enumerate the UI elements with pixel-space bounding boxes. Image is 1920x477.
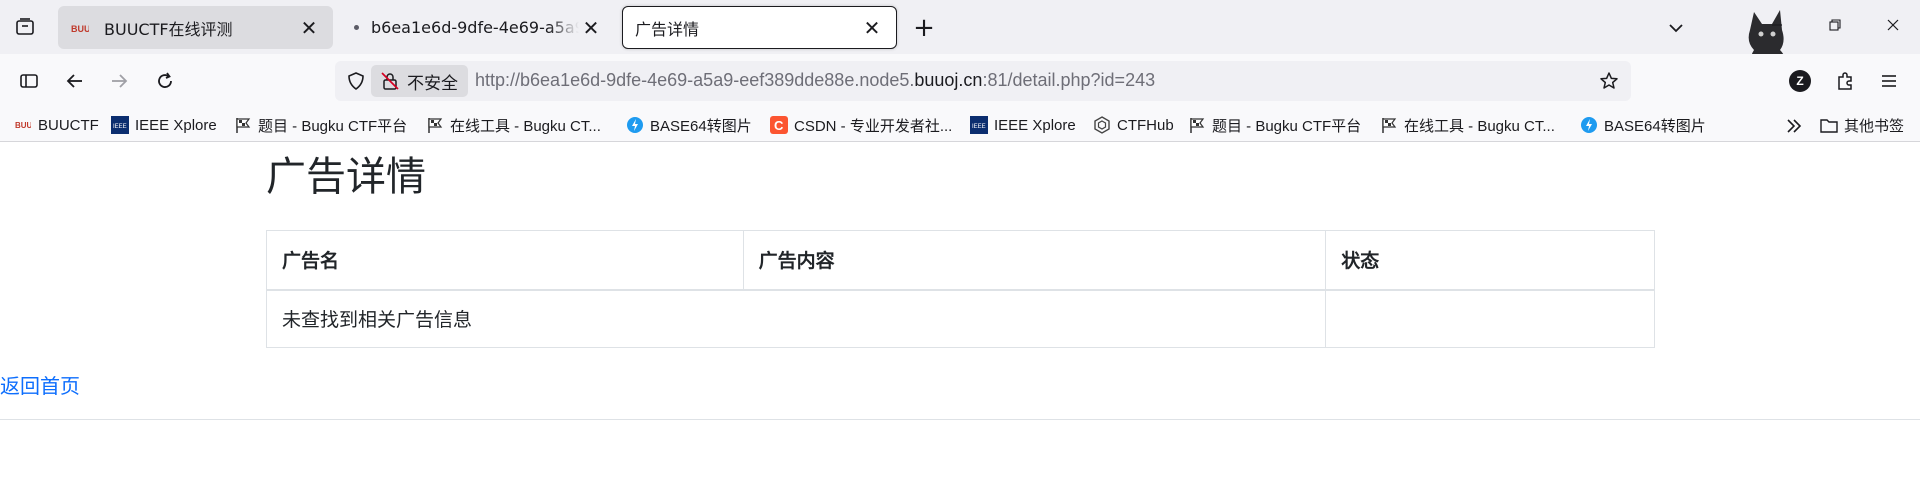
tab-title: b6ea1e6d-9dfe-4e69-a5a9-eef389dde88e <box>371 18 579 37</box>
restore-icon[interactable] <box>1815 8 1855 42</box>
svg-text:IEEE: IEEE <box>113 124 127 130</box>
site-security-button[interactable]: 不安全 <box>371 65 468 97</box>
table-header-row: 广告名 广告内容 状态 <box>266 230 1655 291</box>
bookmark-item[interactable]: 题目 - Bugku CTF平台 <box>1188 112 1361 138</box>
bookmark-item[interactable]: BASE64转图片 <box>626 112 752 138</box>
tab-ad-detail[interactable]: 广告详情 ✕ <box>622 6 897 49</box>
close-tab-icon[interactable]: ✕ <box>297 16 321 40</box>
status-cell <box>1325 289 1655 348</box>
ieee-icon: IEEE <box>111 116 129 134</box>
bookmark-label: 题目 - Bugku CTF平台 <box>258 117 408 135</box>
url-text[interactable]: http://b6ea1e6d-9dfe-4e69-a5a9-eef389dde… <box>475 70 1155 91</box>
bookmark-label: 在线工具 - Bugku CT... <box>1404 117 1555 135</box>
base64-icon <box>1580 116 1598 134</box>
reload-icon[interactable] <box>148 64 182 98</box>
svg-text:BUU: BUU <box>15 121 31 130</box>
bookmark-item[interactable]: 在线工具 - Bugku CT... <box>426 112 601 138</box>
bookmark-label: IEEE Xplore <box>994 116 1076 134</box>
new-tab-button[interactable]: + <box>908 12 940 44</box>
tracking-shield-icon[interactable] <box>343 68 369 94</box>
bookmark-label: BASE64转图片 <box>650 117 752 135</box>
bookmark-label: BUUCTF <box>38 116 99 134</box>
tab-strip: BUU BUUCTF在线评测 ✕ b6ea1e6d-9dfe-4e69-a5a9… <box>0 0 1920 94</box>
folder-icon <box>1820 116 1838 134</box>
bookmark-item[interactable]: C CSDN - 专业开发者社... <box>770 112 952 138</box>
url-host: buuoj.cn <box>914 70 983 90</box>
back-arrow-icon[interactable] <box>58 64 92 98</box>
bookmark-star-icon[interactable] <box>1595 67 1623 95</box>
page-title: 广告详情 <box>266 155 426 199</box>
bookmark-item[interactable]: IEEE IEEE Xplore <box>970 112 1076 138</box>
buuctf-icon: BUU <box>14 116 32 134</box>
address-bar[interactable]: 不安全 http://b6ea1e6d-9dfe-4e69-a5a9-eef38… <box>335 61 1631 101</box>
back-home-link[interactable]: 返回首页 <box>0 370 80 399</box>
svg-text:BUU: BUU <box>71 24 89 34</box>
chevron-down-icon[interactable] <box>1660 12 1692 44</box>
bookmark-label: 在线工具 - Bugku CT... <box>450 117 601 135</box>
url-suffix: :81/detail.php?id=243 <box>982 70 1156 90</box>
column-header-ad-name: 广告名 <box>266 230 744 291</box>
bookmark-label: CTFHub <box>1117 116 1174 134</box>
bookmark-label: CSDN - 专业开发者社... <box>794 117 953 135</box>
svg-text:IEEE: IEEE <box>972 124 986 130</box>
close-tab-icon[interactable]: ✕ <box>579 16 603 40</box>
column-header-ad-content: 广告内容 <box>742 230 1327 291</box>
bookmark-item[interactable]: BASE64转图片 <box>1580 112 1706 138</box>
ieee-icon: IEEE <box>970 116 988 134</box>
tab-title: BUUCTF在线评测 <box>104 19 233 39</box>
empty-result-cell: 未查找到相关广告信息 <box>265 289 1327 348</box>
minimize-icon[interactable] <box>1757 8 1797 42</box>
loading-dot-icon <box>354 25 359 30</box>
url-prefix: http://b6ea1e6d-9dfe-4e69-a5a9-eef389dde… <box>475 70 915 90</box>
base64-icon <box>626 116 644 134</box>
insecure-lock-icon <box>379 70 401 92</box>
forward-arrow-icon[interactable] <box>102 64 136 98</box>
ctfhub-icon <box>1093 116 1111 134</box>
security-label: 不安全 <box>407 73 458 94</box>
bookmark-label: IEEE Xplore <box>135 116 217 134</box>
profile-avatar[interactable]: Z <box>1789 70 1811 92</box>
ads-table: 广告名 广告内容 状态 未查找到相关广告信息 <box>265 230 1655 348</box>
csdn-icon: C <box>770 116 788 134</box>
tab-challenge-host[interactable]: b6ea1e6d-9dfe-4e69-a5a9-eef389dde88e ✕ <box>340 6 615 49</box>
column-header-status: 状态 <box>1325 230 1655 291</box>
tab-title: 广告详情 <box>635 19 700 39</box>
bookmark-label: 其他书签 <box>1844 117 1905 135</box>
tab-buuctf[interactable]: BUU BUUCTF在线评测 ✕ <box>58 6 333 49</box>
bookmark-label: BASE64转图片 <box>1604 117 1706 135</box>
bookmark-item[interactable]: 在线工具 - Bugku CT... <box>1380 112 1555 138</box>
bookmark-item[interactable]: 题目 - Bugku CTF平台 <box>234 112 407 138</box>
sidebar-toggle-icon[interactable] <box>12 64 46 98</box>
other-bookmarks-folder[interactable]: 其他书签 <box>1820 112 1904 138</box>
extensions-puzzle-icon[interactable] <box>1828 64 1862 98</box>
chevron-double-right-icon[interactable] <box>1782 114 1806 138</box>
bugku-flag-icon <box>234 116 252 134</box>
divider <box>0 419 1920 420</box>
app-menu-icon[interactable] <box>1872 64 1906 98</box>
navigation-toolbar: 不安全 http://b6ea1e6d-9dfe-4e69-a5a9-eef38… <box>0 54 1920 107</box>
table-row: 未查找到相关广告信息 <box>265 289 1655 348</box>
bookmarks-toolbar: BUU BUUCTF IEEE IEEE Xplore 题目 - Bugku C… <box>0 107 1920 142</box>
bugku-flag-icon <box>426 116 444 134</box>
svg-text:C: C <box>774 118 784 133</box>
bookmark-label: 题目 - Bugku CTF平台 <box>1212 117 1362 135</box>
bookmark-item[interactable]: IEEE IEEE Xplore <box>111 112 217 138</box>
bookmark-item[interactable]: CTFHub <box>1093 112 1174 138</box>
window-close-icon[interactable] <box>1873 8 1913 42</box>
bookmark-item[interactable]: BUU BUUCTF <box>14 112 99 138</box>
page-content: 广告详情 广告名 广告内容 状态 未查找到相关广告信息 返回首页 <box>0 142 1920 477</box>
buuctf-icon: BUU <box>70 18 90 38</box>
close-tab-icon[interactable]: ✕ <box>860 16 884 40</box>
tab-list-icon[interactable] <box>8 10 42 44</box>
bugku-flag-icon <box>1188 116 1206 134</box>
bugku-flag-icon <box>1380 116 1398 134</box>
